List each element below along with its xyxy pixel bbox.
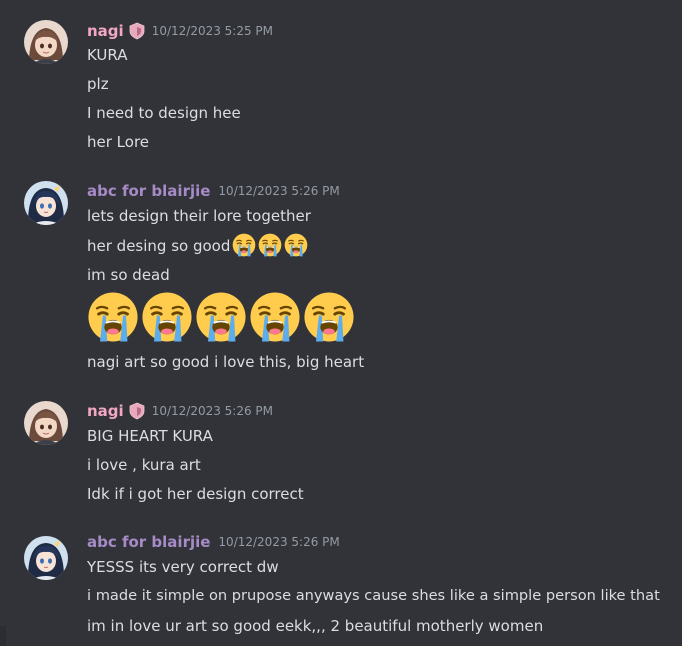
timestamp[interactable]: 10/12/2023 5:25 PM	[152, 24, 273, 38]
username[interactable]: abc for blairjie	[87, 533, 210, 551]
loudly-crying-face-icon[interactable]	[87, 291, 139, 343]
username[interactable]: nagi	[87, 402, 124, 420]
loudly-crying-face-icon[interactable]	[258, 233, 282, 257]
message-text: i love , kura art	[87, 456, 201, 474]
message-text: KURA	[87, 46, 128, 64]
loudly-crying-face-icon[interactable]	[249, 291, 301, 343]
message-header: abc for blairjie 10/12/2023 5:26 PM	[87, 531, 340, 553]
message-text: im in love ur art so good eekk,,, 2 beau…	[87, 617, 544, 635]
timestamp[interactable]: 10/12/2023 5:26 PM	[218, 535, 339, 549]
message-text-with-emoji: her desing so good	[87, 233, 308, 257]
jumbo-emoji-row	[87, 291, 357, 345]
timestamp[interactable]: 10/12/2023 5:26 PM	[218, 184, 339, 198]
message-text: BIG HEART KURA	[87, 427, 213, 445]
scroll-edge	[0, 626, 6, 646]
message-text: YESSS its very correct dw	[87, 558, 279, 576]
message-text: I need to design hee	[87, 104, 241, 122]
message-text: lets design their lore together	[87, 207, 311, 225]
message-text: im so dead	[87, 266, 170, 284]
message-text: her Lore	[87, 133, 150, 151]
message-header: nagi 10/12/2023 5:26 PM	[87, 400, 273, 422]
username[interactable]: abc for blairjie	[87, 182, 210, 200]
loudly-crying-face-icon[interactable]	[232, 233, 256, 257]
loudly-crying-face-icon[interactable]	[284, 233, 308, 257]
timestamp[interactable]: 10/12/2023 5:26 PM	[152, 404, 273, 418]
message-header: nagi 10/12/2023 5:25 PM	[87, 20, 273, 42]
avatar[interactable]	[24, 536, 68, 580]
message-header: abc for blairjie 10/12/2023 5:26 PM	[87, 180, 340, 202]
avatar[interactable]	[24, 401, 68, 445]
loudly-crying-face-icon[interactable]	[141, 291, 193, 343]
shield-heart-icon[interactable]	[128, 22, 146, 40]
message-text: plz	[87, 75, 109, 93]
chat-messages: nagi 10/12/2023 5:25 PM KURA plz I need …	[0, 0, 682, 646]
avatar[interactable]	[24, 181, 68, 225]
loudly-crying-face-icon[interactable]	[303, 291, 355, 343]
message-text: her desing so good	[87, 237, 231, 255]
avatar[interactable]	[24, 20, 68, 64]
message-text: nagi art so good i love this, big heart	[87, 353, 365, 371]
loudly-crying-face-icon[interactable]	[195, 291, 247, 343]
message-text: Idk if i got her design correct	[87, 485, 304, 503]
message-text: i made it simple on prupose anyways caus…	[87, 587, 660, 604]
shield-heart-icon[interactable]	[128, 402, 146, 420]
username[interactable]: nagi	[87, 22, 124, 40]
